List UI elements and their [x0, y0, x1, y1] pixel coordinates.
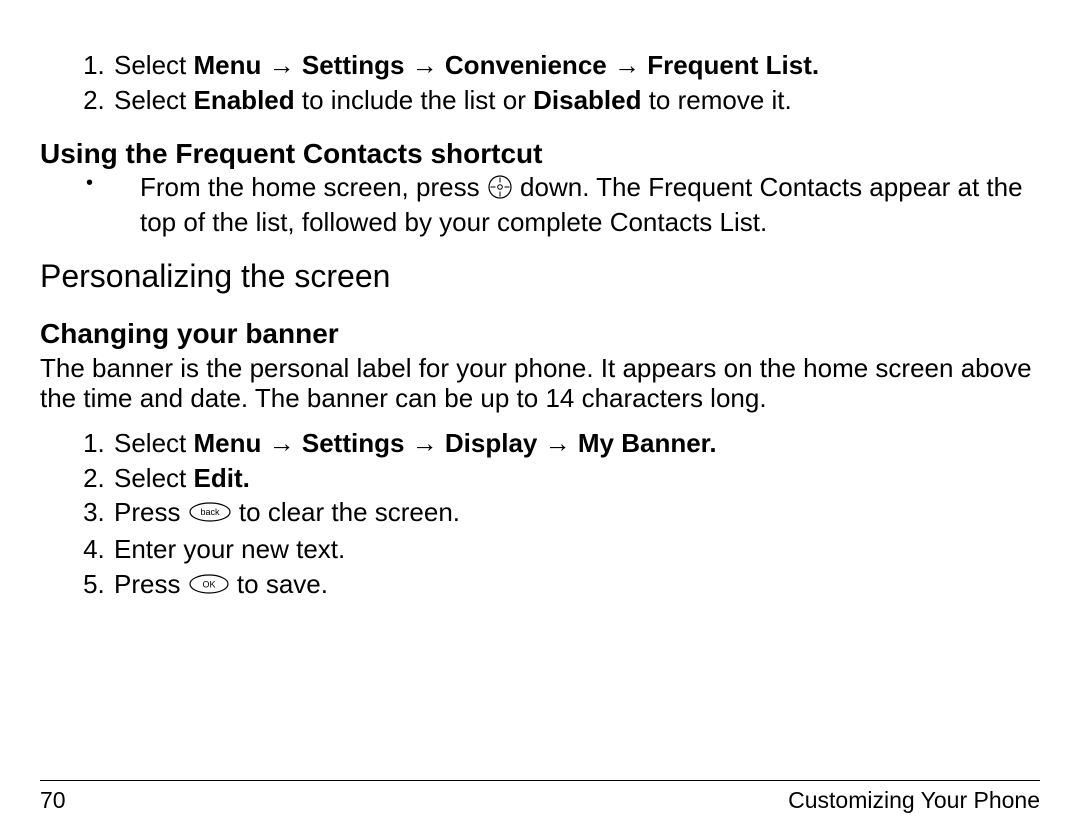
arrow-icon: →: [412, 428, 438, 458]
page-footer: 70 Customizing Your Phone: [40, 780, 1040, 814]
subheading-banner: Changing your banner: [40, 317, 1040, 350]
subheading-frequent-shortcut: Using the Frequent Contacts shortcut: [40, 137, 1040, 170]
page-number: 70: [40, 787, 66, 814]
svg-text:back: back: [200, 507, 220, 517]
banner-step-1: Select Menu → Settings → Display → My Ba…: [112, 428, 1040, 459]
step-1: Select Menu → Settings → Convenience → F…: [112, 50, 1040, 81]
nav-pad-icon: [487, 174, 513, 207]
page-content: Select Menu → Settings → Convenience → F…: [0, 0, 1080, 601]
svg-text:OK: OK: [202, 579, 215, 589]
ok-key-icon: OK: [188, 571, 230, 602]
arrow-icon: →: [614, 50, 640, 80]
banner-step-3: Press back to clear the screen.: [112, 497, 1040, 530]
enabled-option: Enabled: [194, 85, 295, 115]
step-prefix: Select: [114, 85, 194, 115]
chapter-title: Customizing Your Phone: [788, 787, 1040, 814]
arrow-icon: →: [269, 428, 295, 458]
banner-description: The banner is the personal label for you…: [40, 353, 1040, 414]
menu-path: Menu → Settings → Display → My Banner.: [194, 428, 717, 458]
banner-step-4: Enter your new text.: [112, 534, 1040, 565]
arrow-icon: →: [545, 428, 571, 458]
frequent-shortcut-list: From the home screen, press down. The Fr…: [40, 172, 1040, 237]
edit-option: Edit.: [194, 463, 250, 493]
step-prefix: Select: [114, 50, 194, 80]
section-personalizing: Personalizing the screen: [40, 258, 1040, 296]
menu-path: Menu → Settings → Convenience → Frequent…: [194, 50, 820, 80]
banner-steps: Select Menu → Settings → Display → My Ba…: [40, 428, 1040, 601]
banner-step-2: Select Edit.: [112, 463, 1040, 494]
back-key-icon: back: [188, 499, 232, 530]
frequent-list-steps: Select Menu → Settings → Convenience → F…: [40, 50, 1040, 115]
arrow-icon: →: [412, 50, 438, 80]
frequent-shortcut-item: From the home screen, press down. The Fr…: [86, 172, 1040, 237]
banner-step-5: Press OK to save.: [112, 569, 1040, 602]
disabled-option: Disabled: [533, 85, 641, 115]
step-2: Select Enabled to include the list or Di…: [112, 85, 1040, 116]
arrow-icon: →: [269, 50, 295, 80]
